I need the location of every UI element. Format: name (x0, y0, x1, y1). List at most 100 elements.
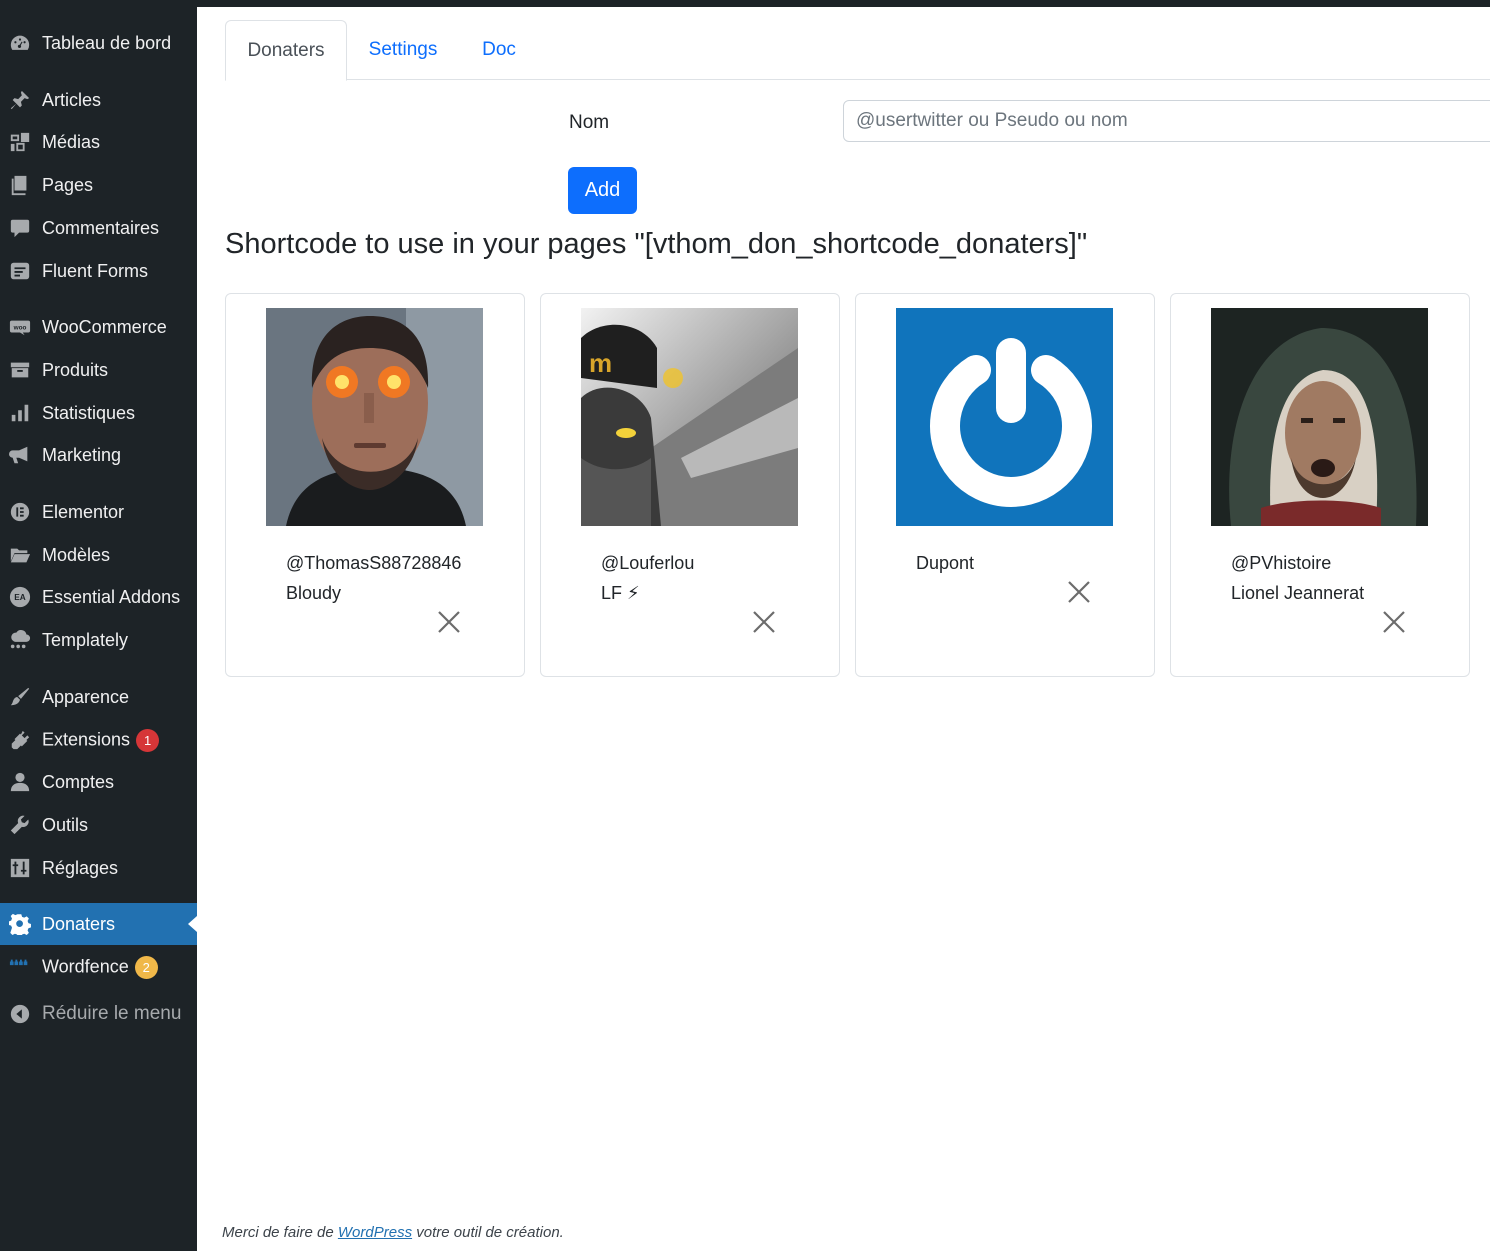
footer-text-before: Merci de faire de (222, 1224, 338, 1241)
sidebar-item-templately[interactable]: Templately (0, 619, 197, 661)
sidebar-item-label: Articles (42, 89, 102, 110)
footer-text-after: votre outil de création. (412, 1224, 564, 1241)
sidebar-item-produits[interactable]: Produits (0, 349, 197, 391)
sidebar-item-label: Elementor (42, 501, 125, 522)
shortcode-heading: Shortcode to use in your pages "[vthom_d… (225, 228, 1088, 260)
gravatar-logo (896, 308, 1113, 526)
sidebar-item-apparence[interactable]: Apparence (0, 676, 197, 718)
collapse-icon (8, 1002, 32, 1026)
svg-text:m: m (589, 348, 612, 378)
wrench-icon (8, 813, 32, 837)
delete-donater-button[interactable] (436, 609, 462, 635)
elementor-icon (8, 500, 32, 524)
sidebar-item-label: Essential Addons (42, 586, 181, 607)
donater-name: LF ⚡ (601, 583, 640, 603)
delete-donater-button[interactable] (1381, 609, 1407, 635)
sidebar-item-label: Modèles (42, 544, 111, 565)
sidebar-item-essential-addons[interactable]: EA Essential Addons (0, 576, 197, 618)
sidebar-item-label: Fluent Forms (42, 260, 149, 281)
sidebar-item-wordfence[interactable]: Wordfence 2 (0, 946, 197, 988)
delete-donater-button[interactable] (1066, 579, 1092, 605)
sidebar-item-label: Statistiques (42, 402, 136, 423)
tab-bar: Donaters Settings Doc (225, 20, 1490, 81)
sidebar-item-label: Donaters (42, 913, 116, 934)
avatar (1211, 308, 1428, 526)
sidebar-item-extensions[interactable]: Extensions 1 (0, 719, 197, 761)
sidebar-item-outils[interactable]: Outils (0, 804, 197, 846)
svg-text:woo: woo (13, 324, 27, 331)
woo-icon: woo (8, 315, 32, 339)
sidebar-item-medias[interactable]: Médias (0, 121, 197, 163)
avatar-photo-hood (1211, 308, 1428, 526)
sidebar-item-commentaires[interactable]: Commentaires (0, 207, 197, 249)
sidebar-item-modeles[interactable]: Modèles (0, 534, 197, 576)
sidebar-item-fluent-forms[interactable]: Fluent Forms (0, 250, 197, 292)
sidebar-item-label: Extensions 1 (42, 728, 160, 752)
brush-icon (8, 685, 32, 709)
sidebar-item-woocommerce[interactable]: woo WooCommerce (0, 306, 197, 348)
sidebar-item-elementor[interactable]: Elementor (0, 491, 197, 533)
comment-icon (8, 216, 32, 240)
close-icon (1383, 611, 1405, 633)
dashboard-icon (8, 31, 32, 55)
sidebar-item-reglages[interactable]: Réglages (0, 847, 197, 889)
avatar-photo-red-eyes (266, 308, 483, 526)
update-count-badge: 1 (136, 728, 160, 752)
sidebar-item-label: Réduire le menu (42, 1003, 182, 1024)
sidebar-item-label: Commentaires (42, 217, 160, 238)
sidebar-item-donaters[interactable]: Donaters (0, 903, 197, 945)
footer-credit: Merci de faire de WordPress votre outil … (222, 1224, 564, 1241)
avatar-photo-cap: m (581, 308, 798, 526)
sidebar-item-label: Comptes (42, 771, 115, 792)
donater-name: Lionel Jeannerat (1231, 583, 1365, 603)
delete-donater-button[interactable] (751, 609, 777, 635)
sidebar-item-label: Templately (42, 629, 129, 650)
tab-donaters[interactable]: Donaters (225, 20, 347, 81)
name-label: Nom (569, 112, 610, 133)
donater-card: @PVhistoire Lionel Jeannerat (1170, 293, 1470, 677)
sidebar-item-label: WooCommerce (42, 316, 167, 337)
avatar (266, 308, 483, 526)
donater-card: Dupont (855, 293, 1155, 677)
donater-card: @ThomasS88728846 Bloudy (225, 293, 525, 677)
sidebar-item-articles[interactable]: Articles (0, 79, 197, 121)
tab-settings[interactable]: Settings (347, 20, 459, 80)
megaphone-icon (8, 443, 32, 467)
pages-icon (8, 173, 32, 197)
donater-name: Bloudy (286, 583, 342, 603)
admin-sidebar: Tableau de bord Articles Médias Pages Co… (0, 0, 197, 1251)
close-icon (438, 611, 460, 633)
name-input[interactable] (843, 100, 1490, 142)
sidebar-item-marketing[interactable]: Marketing (0, 434, 197, 476)
sidebar-item-label: Médias (42, 131, 101, 152)
sidebar-item-dashboard[interactable]: Tableau de bord (0, 22, 197, 64)
sidebar-item-text: Wordfence (42, 955, 129, 976)
donater-handle: Dupont (916, 553, 975, 573)
admin-bar (0, 0, 1490, 7)
collapse-menu-button[interactable]: Réduire le menu (0, 993, 197, 1035)
donater-handle: @Louferlou (601, 553, 695, 573)
sidebar-item-label: Réglages (42, 857, 119, 878)
donater-card: m @Louferlou LF ⚡ (540, 293, 840, 677)
forms-icon (8, 259, 32, 283)
sidebar-item-pages[interactable]: Pages (0, 164, 197, 206)
templately-icon (8, 628, 32, 652)
tab-doc[interactable]: Doc (459, 20, 539, 80)
essential-addons-icon: EA (8, 585, 32, 609)
sidebar-item-label: Produits (42, 359, 109, 380)
sidebar-item-label: Apparence (42, 686, 130, 707)
media-icon (8, 130, 32, 154)
plugin-icon (8, 728, 32, 752)
sidebar-item-comptes[interactable]: Comptes (0, 761, 197, 803)
user-icon (8, 770, 32, 794)
add-button[interactable]: Add (568, 167, 637, 214)
wordpress-link[interactable]: WordPress (338, 1224, 412, 1241)
folder-icon (8, 543, 32, 567)
svg-text:EA: EA (14, 593, 26, 602)
sidebar-item-label: Marketing (42, 444, 122, 465)
notification-count-badge: 2 (134, 955, 158, 979)
bar-chart-icon (8, 401, 32, 425)
sidebar-item-statistiques[interactable]: Statistiques (0, 392, 197, 434)
pin-icon (8, 88, 32, 112)
wordfence-icon (8, 955, 32, 979)
